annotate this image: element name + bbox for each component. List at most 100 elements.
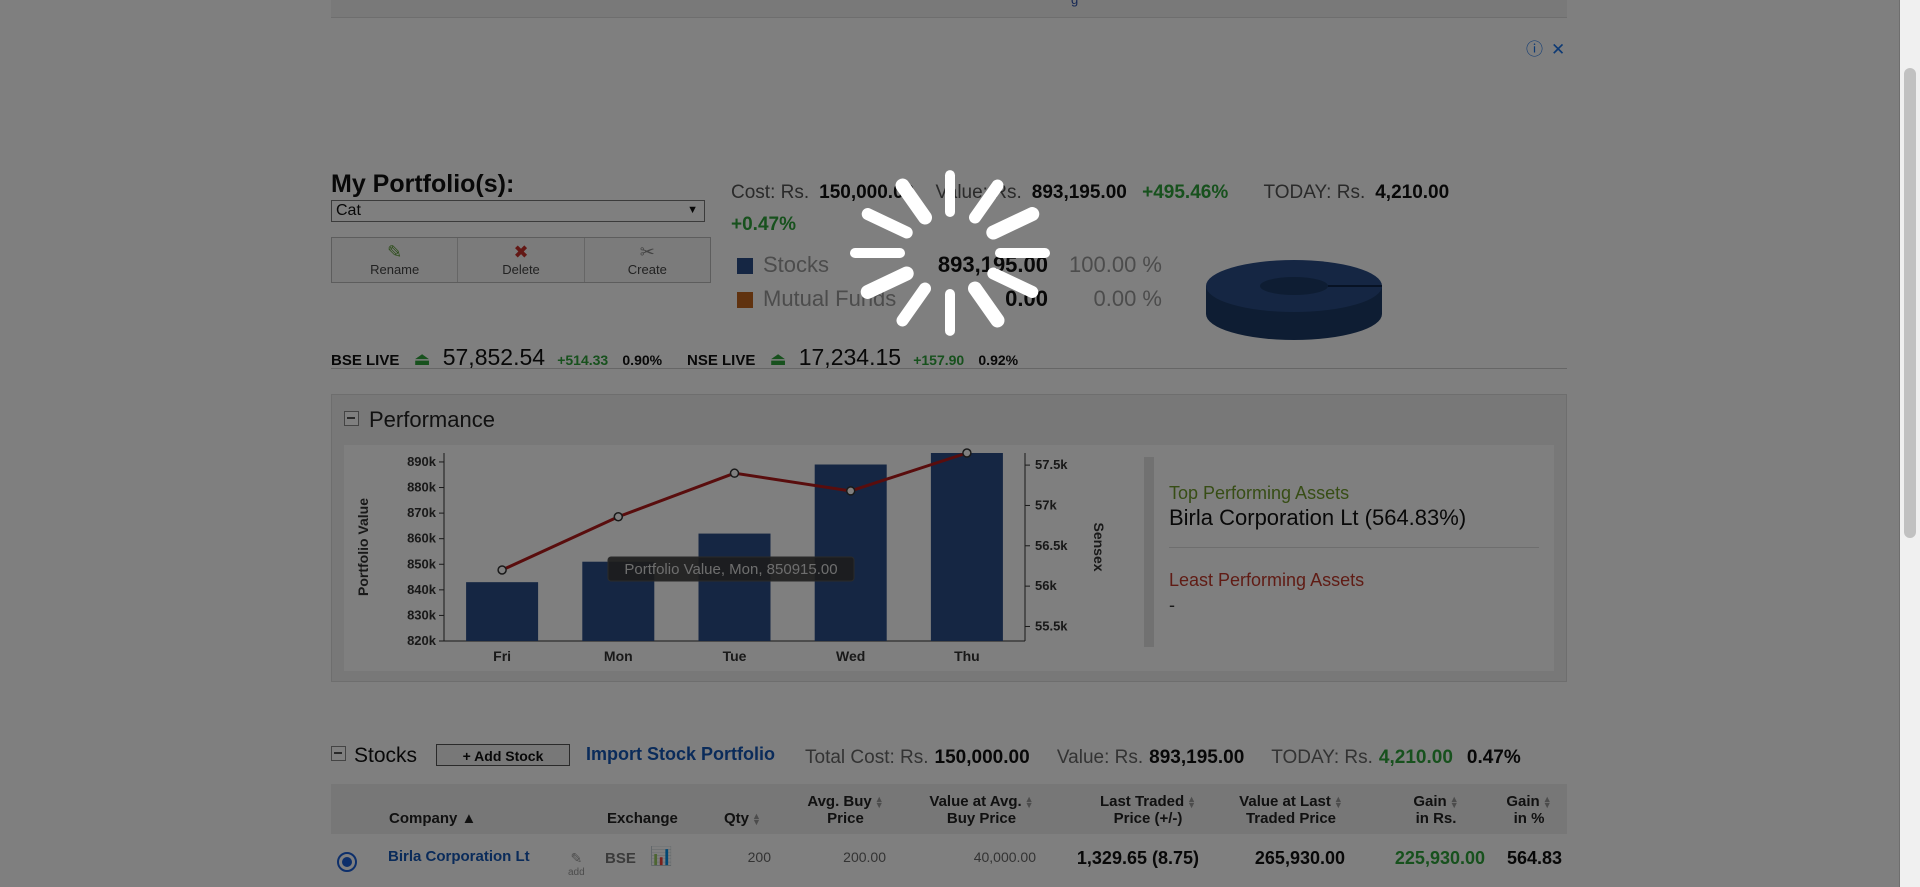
last-traded-price: 1,329.65 (8.75) (1076, 848, 1199, 868)
column-gainp-label-2: in % (1513, 810, 1545, 827)
column-avg-buy-price[interactable]: Avg. Buy ▲ ▼ Price (793, 793, 898, 827)
qty-value: 200 (747, 849, 771, 865)
table-row: Birla Corporation Lt ✎ add BSE 📊 200 200.… (331, 836, 1567, 878)
stocks-header: Stocks (331, 744, 417, 768)
column-value-ltp-label-2: Traded Price (1245, 810, 1337, 827)
performance-header: Performance (344, 407, 495, 433)
stocks-value: 893,195.00 (1149, 747, 1245, 768)
column-gain-pct[interactable]: Gain ▲ ▼ in % (1494, 793, 1564, 827)
column-value-ltp-label-1: Value at Last (1239, 793, 1331, 810)
value-at-avg: 40,000.00 (973, 849, 1036, 865)
y2-tick-label: 57k (1035, 497, 1057, 512)
column-value-at-last[interactable]: Value at Last ▲ ▼ Traded Price (1226, 793, 1356, 827)
tooltip-text: Portfolio Value, Mon, 850915.00 (624, 561, 837, 578)
today-label: TODAY: Rs. (1263, 182, 1366, 203)
spinner-segment (896, 282, 931, 327)
bar-tue (698, 533, 771, 641)
top-banner-strip: g (331, 0, 1567, 18)
top-strip-text[interactable]: g (1071, 0, 1078, 7)
today-value: 4,210.00 (1375, 182, 1450, 203)
bar-thu (930, 453, 1003, 641)
value-change: +495.46% (1142, 182, 1229, 203)
spinner-segment (968, 281, 1005, 328)
bse-index: BSE LIVE ⏏ 57,852.54 +514.33 0.90% (331, 344, 662, 371)
stocks-title: Stocks (354, 744, 418, 767)
portfolio-select[interactable]: Cat ▼ (331, 200, 705, 222)
x-tick-label: Wed (836, 648, 865, 664)
add-stock-button[interactable]: + Add Stock (436, 744, 570, 766)
stocks-value-label: Value: Rs. (1056, 747, 1144, 768)
spinner-segment (861, 208, 913, 239)
edit-stock-button[interactable]: ✎ add (568, 850, 585, 878)
page-title: My Portfolio(s): (331, 170, 515, 198)
chevron-down-icon: ▼ (687, 204, 698, 216)
y-tick-label: 820k (407, 633, 437, 648)
y2-tick-label: 55.5k (1035, 618, 1068, 633)
close-icon[interactable]: ✕ (1551, 40, 1565, 59)
allocation-pie-chart (1206, 260, 1382, 340)
performance-panel: Performance 820k 830k 840k 850k 860k 870k 880k… (331, 394, 1567, 682)
column-exchange[interactable]: Exchange (607, 810, 678, 827)
stocks-today-pct: 0.47% (1466, 747, 1521, 768)
column-company[interactable]: Company ▲ (389, 810, 476, 827)
sort-icon: ▲ ▼ (1449, 794, 1459, 811)
vertical-divider (1144, 457, 1154, 647)
nse-label: NSE LIVE (687, 352, 756, 369)
loading-spinner-icon (850, 170, 1050, 336)
pencil-icon: ✎ (387, 242, 403, 262)
total-cost-value: 150,000.00 (934, 747, 1030, 768)
info-icon[interactable]: ⓘ (1526, 40, 1543, 59)
y-tick-label: 880k (407, 480, 437, 495)
x-tick-label: Thu (954, 648, 980, 664)
y-tick-label: 840k (407, 582, 437, 597)
y2-tick-label: 56k (1035, 578, 1057, 593)
edit-label: add (568, 867, 585, 878)
page: g ⓘ✕ My Portfolio(s): Cat ▼ ✎ Rename ✖ D… (0, 0, 1900, 887)
row-radio[interactable] (337, 852, 357, 872)
create-button[interactable]: ✂ Create (585, 238, 710, 282)
delete-label: Delete (502, 262, 540, 277)
create-label: Create (627, 262, 667, 277)
bse-change: +514.33 (557, 352, 609, 368)
company-link[interactable]: Birla Corporation Lt (388, 848, 530, 865)
sort-icon: ▲ ▼ (874, 794, 884, 811)
stocks-totals: Total Cost: Rs. 150,000.00 Value: Rs. 893,… (805, 747, 1521, 769)
column-avg-buy-label-2: Price (827, 810, 864, 827)
delete-button[interactable]: ✖ Delete (458, 238, 585, 282)
import-stock-portfolio-link[interactable]: Import Stock Portfolio (586, 744, 775, 765)
sensex-point-fri (497, 565, 507, 575)
scrollbar-thumb[interactable] (1904, 68, 1916, 538)
collapse-icon[interactable] (331, 745, 346, 761)
sort-icon: ▲ ▼ (1333, 794, 1343, 811)
sort-icon: ▲ ▼ (1024, 794, 1034, 811)
spinner-segment (987, 267, 1039, 298)
column-last-traded-price[interactable]: Last Traded ▲ ▼ Price (+/-) (1083, 793, 1213, 827)
column-company-label: Company (389, 810, 458, 827)
column-qty-label: Qty (724, 810, 750, 827)
column-value-at-avg[interactable]: Value at Avg. ▲ ▼ Buy Price (914, 793, 1049, 827)
column-qty[interactable]: Qty ▲ ▼ (724, 810, 761, 827)
x-tick-label: Mon (604, 648, 633, 664)
stocks-today-value: 4,210.00 (1378, 747, 1453, 768)
chart-icon[interactable]: 📊 (650, 846, 672, 867)
avg-buy-value: 200.00 (843, 849, 886, 865)
collapse-icon[interactable] (344, 410, 359, 426)
stocks-toolbar: Stocks + Add Stock Import Stock Portfoli… (331, 742, 1567, 772)
delete-icon: ✖ (513, 242, 529, 262)
stocks-today-label: TODAY: Rs. (1271, 747, 1373, 768)
y-axis-label: Portfolio Value (355, 498, 371, 596)
sensex-point-wed (845, 486, 856, 496)
rename-button[interactable]: ✎ Rename (332, 238, 459, 282)
sort-icon: ▲ ▼ (752, 811, 761, 828)
least-performing-title: Least Performing Assets (1169, 570, 1365, 590)
column-gain-rs[interactable]: Gain ▲ ▼ in Rs. (1396, 793, 1476, 827)
bse-value: 57,852.54 (442, 344, 546, 370)
ad-controls: ⓘ ✕ (1518, 35, 1565, 60)
spinner-segment (860, 266, 914, 299)
column-ltp-label-2: Price (+/-) (1113, 810, 1183, 827)
top-performing-title: Top Performing Assets (1169, 483, 1350, 503)
vertical-scrollbar[interactable] (1899, 0, 1920, 887)
performance-title: Performance (369, 407, 495, 432)
gain-rs-value: 225,930.00 (1394, 848, 1485, 868)
value-at-last: 265,930.00 (1254, 848, 1345, 868)
